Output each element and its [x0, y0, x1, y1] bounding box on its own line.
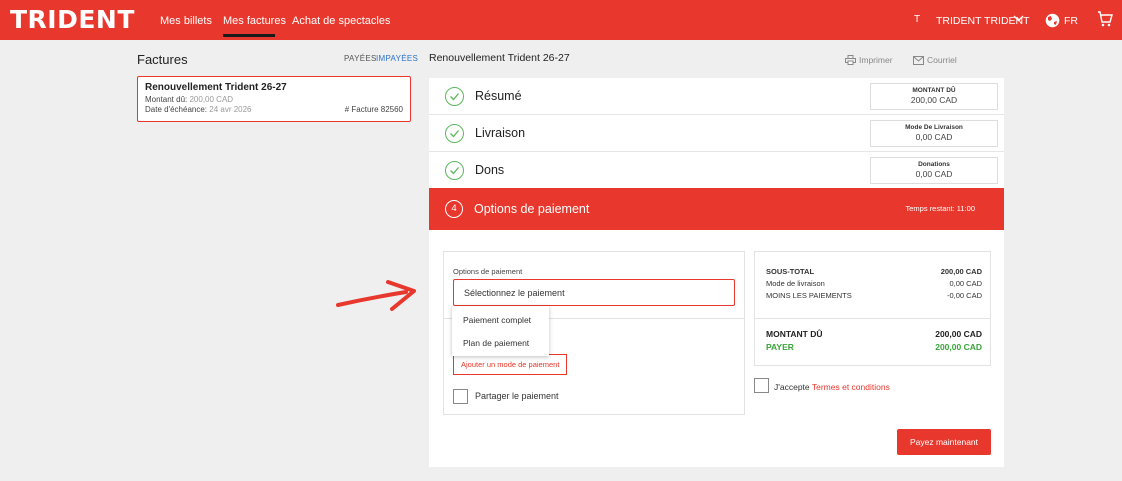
step-livraison[interactable]: Livraison Mode De Livraison 0,00 CAD	[429, 115, 1004, 152]
dropdown-option-full-payment[interactable]: Paiement complet	[463, 315, 531, 326]
payment-dropdown-menu: Paiement complet Plan de paiement	[452, 306, 549, 356]
step-number-badge: 4	[445, 200, 463, 218]
globe-icon[interactable]	[1045, 13, 1060, 33]
step-label: Dons	[475, 163, 505, 177]
top-navigation-bar: TRIDENT Mes billets Mes factures Achat d…	[0, 0, 1122, 40]
user-initial[interactable]: T	[914, 13, 920, 27]
email-button[interactable]: Courriel	[913, 55, 957, 65]
chevron-down-icon[interactable]	[1013, 11, 1024, 30]
dropdown-option-payment-plan[interactable]: Plan de paiement	[463, 338, 529, 349]
nav-mes-factures[interactable]: Mes factures	[223, 14, 286, 28]
order-summary-box: SOUS-TOTAL 200,00 CAD Mode de livraison 0,…	[754, 251, 991, 366]
select-payment-text: Sélectionnez le paiement	[464, 288, 565, 298]
print-button[interactable]: Imprimer	[845, 55, 893, 65]
invoices-title: Factures	[137, 52, 188, 67]
nav-mes-billets[interactable]: Mes billets	[160, 14, 212, 28]
printer-icon	[845, 55, 856, 65]
payment-options-label: Options de paiement	[453, 267, 523, 276]
step-summary-label: MONTANT DÛ	[912, 87, 956, 94]
add-payment-method-button[interactable]: Ajouter un mode de paiement	[453, 354, 568, 375]
step-summary-value: 200,00 CAD	[910, 95, 958, 105]
nav-active-indicator	[223, 34, 275, 37]
split-payment-label: Partager le paiement	[475, 391, 559, 401]
split-payment-checkbox[interactable]	[453, 389, 468, 404]
step-summary-box: Mode De Livraison 0,00 CAD	[870, 120, 998, 147]
filter-unpaid-tab[interactable]: IMPAYÉES	[376, 54, 418, 64]
nav-achat-de-spectacles[interactable]: Achat de spectacles	[292, 14, 390, 28]
invoice-due-date: Date d'échéance: 24 avr 2026	[145, 105, 252, 114]
invoice-title: Renouvellement Trident 26-27	[145, 82, 287, 93]
step-summary-value: 0,00 CAD	[915, 169, 953, 179]
step-payment-options[interactable]: 4 Options de paiement Temps restant: 11:…	[429, 188, 1004, 230]
step-label: Livraison	[475, 126, 526, 140]
annotation-arrow-icon	[336, 278, 418, 323]
step-dons[interactable]: Dons Donations 0,00 CAD	[429, 152, 1004, 189]
check-icon	[445, 161, 464, 180]
trident-logo[interactable]: TRIDENT	[10, 5, 135, 35]
step-summary-box: MONTANT DÛ 200,00 CAD	[870, 83, 998, 110]
divider	[755, 318, 990, 319]
step-active-label: Options de paiement	[474, 202, 590, 216]
terms-label: J'accepte Termes et conditions	[774, 382, 890, 392]
terms-checkbox[interactable]	[754, 378, 769, 393]
step-summary-label: Donations	[918, 161, 950, 168]
invoice-card[interactable]: Renouvellement Trident 26-27 Montant dû:…	[137, 76, 411, 122]
main-title: Renouvellement Trident 26-27	[429, 52, 570, 64]
select-payment-dropdown[interactable]: Sélectionnez le paiement	[453, 279, 735, 306]
step-summary-label: Mode De Livraison	[905, 124, 963, 131]
cart-icon[interactable]	[1097, 10, 1113, 33]
filter-paid-tab[interactable]: PAYÉES	[344, 54, 377, 64]
step-summary-value: 0,00 CAD	[915, 132, 953, 142]
terms-link[interactable]: Termes et conditions	[812, 382, 890, 392]
step-summary-box: Donations 0,00 CAD	[870, 157, 998, 184]
invoice-number: # Facture 82560	[344, 105, 403, 114]
check-icon	[445, 124, 464, 143]
time-remaining: Temps restant: 11:00	[905, 204, 975, 213]
envelope-icon	[913, 56, 924, 65]
language-selector[interactable]: FR	[1064, 14, 1078, 28]
check-icon	[445, 87, 464, 106]
pay-now-button[interactable]: Payez maintenant	[897, 429, 991, 455]
step-label: Résumé	[475, 89, 522, 103]
step-resume[interactable]: Résumé MONTANT DÛ 200,00 CAD	[429, 78, 1004, 115]
invoice-amount: Montant dû: 200,00 CAD	[145, 95, 234, 104]
